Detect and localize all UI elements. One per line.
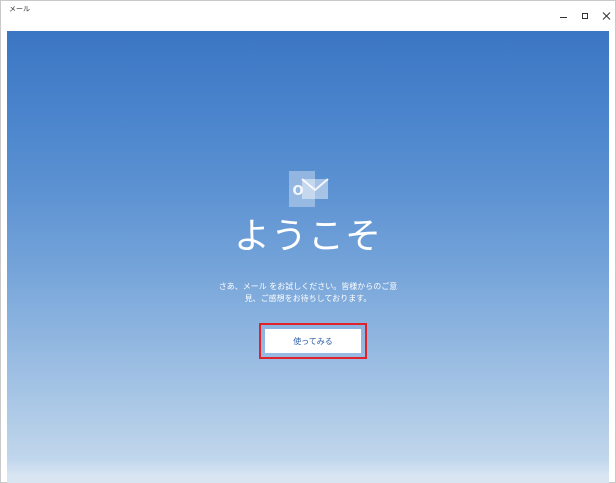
app-window: メール O ようこそ さあ、メール をお試しください。皆様からのご意 見、ご感想… xyxy=(0,0,616,483)
welcome-background: O ようこそ さあ、メール をお試しください。皆様からのご意 見、ご感想をお待ち… xyxy=(7,31,609,483)
get-started-button[interactable]: 使ってみる xyxy=(265,329,361,353)
outlook-mail-icon: O xyxy=(289,171,329,207)
cloud-layer xyxy=(7,459,609,483)
window-title: メール xyxy=(9,5,30,13)
minimize-button[interactable] xyxy=(551,1,575,31)
description-line-2: 見、ご感想をお待ちしております。 xyxy=(244,294,372,303)
close-icon xyxy=(603,12,611,20)
logo-letter: O xyxy=(292,184,303,199)
welcome-description: さあ、メール をお試しください。皆様からのご意 見、ご感想をお待ちしております。 xyxy=(207,281,409,305)
title-bar: メール xyxy=(1,1,615,31)
description-line-1: さあ、メール をお試しください。皆様からのご意 xyxy=(218,282,398,291)
maximize-icon xyxy=(582,13,588,19)
close-button[interactable] xyxy=(595,1,616,31)
maximize-button[interactable] xyxy=(573,1,597,31)
minimize-icon xyxy=(559,16,567,18)
welcome-heading: ようこそ xyxy=(233,216,382,257)
